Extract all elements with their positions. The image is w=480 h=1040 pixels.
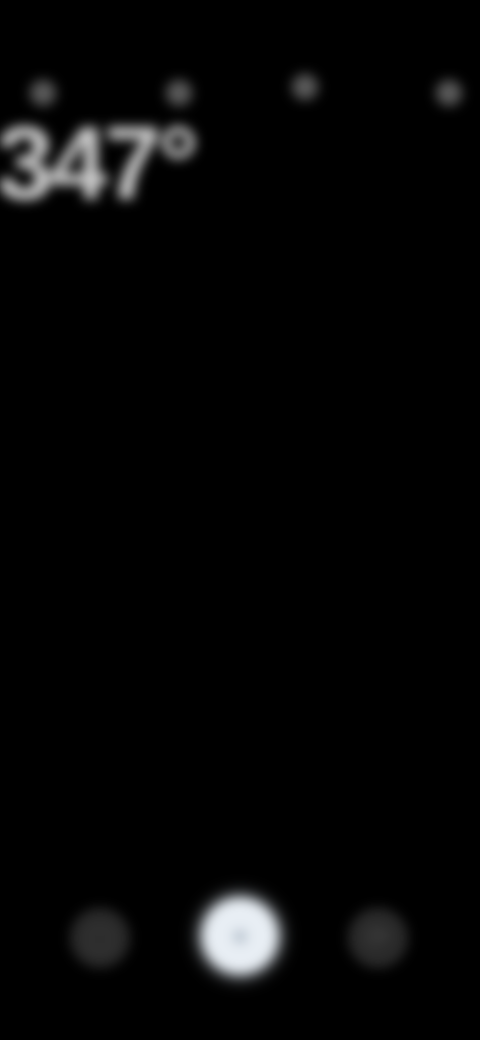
dot-icon[interactable] xyxy=(292,74,318,100)
shutter-icon: ● xyxy=(230,919,250,952)
dot-icon[interactable] xyxy=(30,80,56,106)
dot-icon[interactable] xyxy=(166,80,192,106)
switch-camera-icon: ⟳ xyxy=(365,921,391,955)
switch-camera-button[interactable]: ⟳ xyxy=(348,908,408,968)
readout-left-value: 347° xyxy=(0,106,199,222)
shutter-button[interactable]: ● xyxy=(202,898,278,974)
camera-screen: 347° ▢ ● ⟳ xyxy=(0,0,480,1040)
dot-icon[interactable] xyxy=(436,80,462,106)
gallery-button[interactable]: ▢ xyxy=(70,908,130,968)
gallery-icon: ▢ xyxy=(85,921,115,955)
